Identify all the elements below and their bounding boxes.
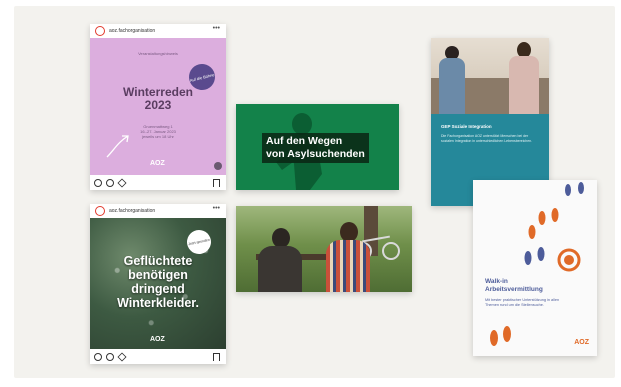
- brochure-title: GEP Soziale Integration: [441, 124, 492, 129]
- more-options-icon[interactable]: •••: [213, 25, 220, 32]
- aoz-logo: AOZ: [574, 339, 589, 346]
- kitchen-photo: [431, 38, 549, 114]
- headline-line1: Geflüchtete: [123, 254, 193, 268]
- post-header: aoz.fachorganisation •••: [90, 24, 226, 38]
- instagram-post-winterkleider[interactable]: aoz.fachorganisation ••• Jetzt spenden G…: [90, 204, 226, 364]
- headline-line2: benötigen: [128, 268, 188, 282]
- bookmark-icon[interactable]: [213, 179, 220, 187]
- post-headline: Geflüchtete benötigen dringend Winterkle…: [90, 254, 226, 310]
- post-image: Jetzt spenden Geflüchtete benötigen drin…: [90, 218, 226, 349]
- person-right: [324, 222, 372, 292]
- post-actions: [90, 176, 226, 190]
- brochure-walk-in[interactable]: Walk-in Arbeitsvermittlung Mit bester pr…: [473, 180, 597, 356]
- profile-handle[interactable]: aoz.fachorganisation: [109, 28, 155, 34]
- share-icon[interactable]: [117, 178, 127, 188]
- walkin-title: Walk-in Arbeitsvermittlung: [485, 278, 543, 294]
- aoz-logo: AOZ: [150, 336, 165, 343]
- moodboard-background: aoz.fachorganisation ••• Veranstaltungsh…: [14, 6, 615, 378]
- person-cooking-left: [439, 46, 465, 114]
- brochure-body: Die Fachorganisation AOZ unterstützt Men…: [441, 134, 533, 143]
- headline-line3: dringend: [131, 282, 185, 296]
- walkin-subtitle: Mit bester praktischer Unterstützung in …: [485, 298, 560, 308]
- comment-icon[interactable]: [106, 179, 114, 187]
- banner-asylsuchenden[interactable]: Auf den Wegen von Asylsuchenden: [236, 104, 399, 190]
- person-cooking-right: [509, 42, 539, 114]
- comment-icon[interactable]: [106, 353, 114, 361]
- event-notice: Veranstaltungshinweis: [138, 51, 178, 56]
- sticker-text: Jetzt spenden: [187, 237, 211, 247]
- arrow-icon: [106, 135, 129, 158]
- profile-avatar[interactable]: [95, 206, 105, 216]
- footprint-icon: [490, 182, 584, 346]
- share-icon[interactable]: [117, 352, 127, 362]
- walkin-title-line1: Walk-in: [485, 278, 508, 285]
- profile-avatar[interactable]: [95, 26, 105, 36]
- bookmark-icon[interactable]: [213, 353, 220, 361]
- more-options-icon[interactable]: •••: [213, 205, 220, 212]
- banner-title-line1: Auf den Wegen: [266, 135, 343, 147]
- park-conversation-photo: [236, 206, 412, 292]
- aoz-logo: AOZ: [150, 160, 165, 167]
- headline-line4: Winterkleider.: [117, 296, 199, 310]
- badge-text: Auf die Bühne: [189, 71, 215, 83]
- heart-icon[interactable]: [94, 179, 102, 187]
- heart-icon[interactable]: [94, 353, 102, 361]
- post-image: Veranstaltungshinweis Winterreden 2023 A…: [90, 38, 226, 175]
- event-title: Winterreden 2023: [90, 86, 226, 112]
- instagram-post-winterreden[interactable]: aoz.fachorganisation ••• Veranstaltungsh…: [90, 24, 226, 190]
- banner-title-line2: von Asylsuchenden: [266, 148, 365, 160]
- walkin-title-line2: Arbeitsvermittlung: [485, 286, 543, 293]
- profile-handle[interactable]: aoz.fachorganisation: [109, 208, 155, 214]
- post-header: aoz.fachorganisation •••: [90, 204, 226, 218]
- post-actions: [90, 350, 226, 364]
- carousel-indicator[interactable]: [214, 162, 222, 170]
- person-left: [258, 228, 302, 292]
- banner-title: Auf den Wegen von Asylsuchenden: [262, 133, 369, 163]
- event-title-line2: 2023: [144, 98, 172, 112]
